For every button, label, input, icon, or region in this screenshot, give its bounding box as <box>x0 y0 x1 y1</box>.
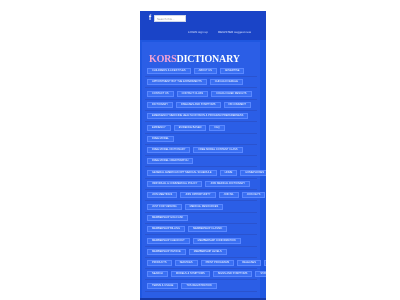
row-divider <box>145 200 257 202</box>
logo-brand: KORS <box>149 54 177 65</box>
tag-link[interactable]: TOS REGISTRATION <box>181 282 217 289</box>
tag-link[interactable]: SERVICES <box>174 260 198 267</box>
row-divider <box>145 98 257 100</box>
tag-link[interactable]: ADVERTISE <box>219 68 245 74</box>
tag-row: EMERGENCY MEDICINE HEALTH DIVISION & PRO… <box>147 112 256 120</box>
tag-link[interactable]: JUST FOR VIEWING <box>147 203 182 210</box>
content-panel: KORSDICTIONARY CHILDRENS & LIFESTYLES ABO… <box>142 42 266 300</box>
tag-row: MEMBERSHIP GOLD ASK <box>147 214 256 222</box>
logo-rest: DICTIONARY <box>176 54 240 65</box>
tag-link[interactable]: STANDING <box>255 271 266 278</box>
tag-link[interactable]: MEMBERSHIP CHECKOUT <box>147 237 190 244</box>
row-divider <box>145 121 257 123</box>
tag-row: CHILDRENS & LIFESTYLES ABOUT US ADVERTISE <box>147 67 256 75</box>
tag-link[interactable]: ABOUT US <box>193 68 217 74</box>
row-divider <box>145 166 257 168</box>
row-divider <box>145 109 257 111</box>
tag-row: TERMS & USAGE TOS REGISTRATION <box>147 282 256 290</box>
tag-row: SEARCH MODELS & SYMPTOMS SIGNS AND SYMPTOM… <box>147 270 266 278</box>
tag-link[interactable]: SEARCH <box>147 271 168 278</box>
tag-row: FREE MODEL DICTIONARY FREE MODEL CONTENT … <box>147 146 256 154</box>
tag-link[interactable]: FREE MODEL CREDITWATCH <box>147 158 194 165</box>
tag-row: JUST FOR VIEWING MEDICAL RESOURCES <box>147 203 256 211</box>
tag-link[interactable]: MODELS & SYMPTOMS <box>170 271 210 278</box>
tag-link[interactable]: JOIN OPPORTUNITY <box>180 192 216 199</box>
tag-row: EMINENCY EVIDENCE BASED FAQ <box>147 124 256 132</box>
row-divider <box>145 245 257 247</box>
row-divider <box>145 143 257 145</box>
row-divider <box>145 211 257 213</box>
row-divider <box>145 268 257 270</box>
tag-link[interactable]: HOME <box>219 169 238 176</box>
site-logo[interactable]: KORSDICTIONARY <box>149 54 240 65</box>
tag-link[interactable]: EMINENCY <box>147 124 171 131</box>
row-divider <box>145 290 257 292</box>
tag-link[interactable]: APPOINTMENT BUT THE EXPERIMENTS <box>147 79 207 86</box>
tag-row: APPOINTMENT BUT THE EXPERIMENTS CHICAGO F… <box>147 78 256 86</box>
tag-link[interactable]: JOIN ML <box>218 192 239 199</box>
tag-link[interactable]: JOIN KEYS <box>241 192 266 199</box>
tag-row: CONTACT US CONTACT CLASS COACH CHIEF RESUL… <box>147 90 256 98</box>
tag-link[interactable]: TERMS & USAGE <box>147 282 179 289</box>
tag-link[interactable]: FREE MODEL CONTENT CLASS <box>193 147 243 154</box>
search-input[interactable]: Search this... <box>154 15 186 22</box>
row-divider <box>145 76 257 77</box>
row-divider <box>145 155 257 157</box>
row-divider <box>145 222 257 224</box>
tag-row: MEMBERSHIP INVOICE MEMBERSHIP LEVELS <box>147 248 256 256</box>
row-divider <box>145 256 257 258</box>
tag-row: DICTIONARY DISEASES AND SYMPTOMS FB COMMEN… <box>147 101 256 109</box>
tag-row: FREE MODEL CREDITWATCH <box>147 157 256 165</box>
tag-row: FREE MODEL <box>147 135 256 143</box>
row-divider <box>145 132 257 134</box>
tag-link[interactable]: JOIN MEDICAL DICTIONARY <box>205 181 251 187</box>
tag-link[interactable]: CHICAGO FEMALE <box>209 79 243 86</box>
row-divider <box>145 189 257 190</box>
tag-link[interactable]: SECURE LOGIN <box>263 260 266 267</box>
tag-link[interactable]: FAQ <box>209 124 225 131</box>
facebook-icon[interactable]: f <box>147 14 153 23</box>
tag-link[interactable]: PRODUCTS <box>147 260 172 267</box>
tag-link[interactable]: INDIVIDUAL & COMMERCIAL POLICY <box>147 181 203 187</box>
page-container: f Search this... LOGIN sign up REGISTER … <box>140 11 266 300</box>
tag-link[interactable]: EVIDENCE BASED <box>173 124 207 131</box>
tag-row: MEMBERSHIP CHECKOUT MEMBERSHIP CONFIRMATI… <box>147 237 256 245</box>
tag-row: GENERAL AMERICAN OPT MEDICAL SCHEDULE HOM… <box>147 169 266 177</box>
tag-link[interactable]: SIGNS AND SYMPTOMS <box>212 271 253 278</box>
tag-link[interactable]: CONTACT CLASS <box>176 90 209 97</box>
tag-row: PRODUCTSSERVICESPRINT PROGRAMSRELEASESSE… <box>147 259 266 267</box>
tag-link[interactable]: MEMBERSHIP CLASSIC <box>188 226 228 233</box>
row-divider <box>145 177 257 179</box>
row-divider <box>145 279 257 281</box>
tag-link[interactable]: MEDICAL RESOURCES <box>184 203 224 210</box>
tag-link[interactable]: MEMBERSHIP CONFIRMATION <box>192 237 241 244</box>
tag-link[interactable]: MEMBERSHIP BILLING <box>147 226 186 233</box>
row-divider <box>145 87 257 89</box>
tag-link[interactable]: MEMBERSHIP LEVELS <box>188 248 227 255</box>
tag-link[interactable]: EMERGENCY MEDICINE HEALTH DIVISION & PRO… <box>147 113 249 120</box>
tag-link[interactable]: FREE MODEL <box>147 135 174 142</box>
register-link[interactable]: REGISTER suggest new <box>218 30 251 34</box>
tag-link[interactable]: CONTACT US <box>147 90 174 97</box>
tag-row: JOIN MEETINGS JOIN OPPORTUNITY JOIN ML JOIN… <box>147 191 266 199</box>
login-link[interactable]: LOGIN sign up <box>188 30 208 34</box>
tag-row: MEMBERSHIP BILLING MEMBERSHIP CLASSIC <box>147 225 256 233</box>
tag-link[interactable]: RELEASES <box>237 260 261 267</box>
tag-link[interactable]: DICTIONARY <box>147 101 173 108</box>
tag-link[interactable]: FB COMMENT <box>223 101 251 108</box>
tag-link[interactable]: FREE MODEL DICTIONARY <box>147 147 191 154</box>
row-divider <box>145 234 257 236</box>
tag-row: INDIVIDUAL & COMMERCIAL POLICY JOIN MEDIC… <box>147 180 256 188</box>
tag-link[interactable]: HOMEPHONES <box>240 169 266 176</box>
tag-link[interactable]: DISEASES AND SYMPTOMS <box>175 101 221 108</box>
tag-link[interactable]: CHILDRENS & LIFESTYLES <box>147 68 191 74</box>
tag-link[interactable]: MEMBERSHIP GOLD ASK <box>147 214 189 221</box>
tag-link[interactable]: COACH CHIEF RESULTS <box>211 90 252 97</box>
tag-link[interactable]: GENERAL AMERICAN OPT MEDICAL SCHEDULE <box>147 169 217 176</box>
tag-link[interactable]: JOIN MEETINGS <box>147 192 178 199</box>
tag-link[interactable]: MEMBERSHIP INVOICE <box>147 248 186 255</box>
tag-link[interactable]: PRINT PROGRAMS <box>200 260 235 267</box>
top-bar: f Search this... LOGIN sign up REGISTER … <box>140 11 266 40</box>
